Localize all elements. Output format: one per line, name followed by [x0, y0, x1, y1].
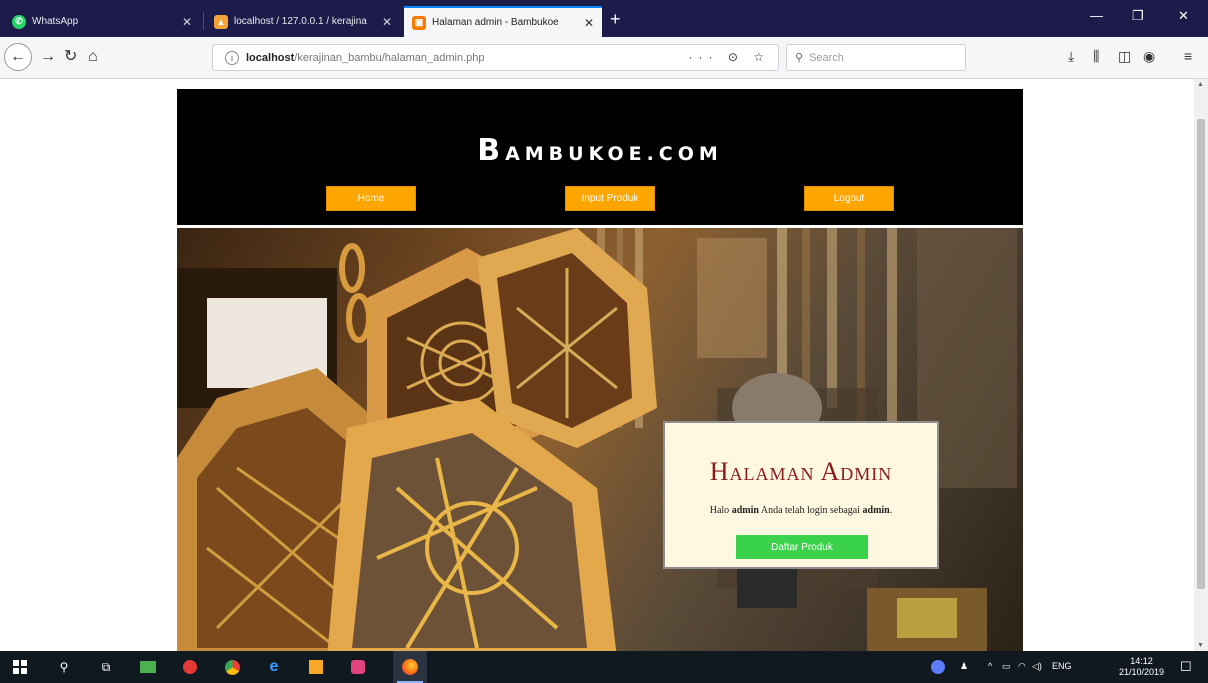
menu-hamburger-icon[interactable]: ≡: [1184, 48, 1192, 64]
taskbar-firefox-active[interactable]: [393, 651, 427, 683]
msg-suffix: .: [889, 505, 893, 516]
search-icon[interactable]: ⚲: [56, 659, 72, 675]
tab-halaman-admin[interactable]: ▣ Halaman admin - Bambukoe ✕: [404, 6, 602, 37]
browser-tab-bar: ✆ WhatsApp ✕ ▲ localhost / 127.0.0.1 / k…: [0, 0, 1208, 37]
page-favicon-icon: ▣: [412, 15, 426, 30]
back-arrow-icon[interactable]: ←: [4, 43, 32, 71]
app-red-icon[interactable]: [182, 659, 198, 675]
info-icon[interactable]: i: [225, 50, 239, 65]
scroll-up-arrow-icon[interactable]: ▲: [1197, 81, 1204, 88]
home-icon[interactable]: ⌂: [88, 48, 98, 66]
close-window-icon[interactable]: ✕: [1178, 8, 1189, 24]
search-placeholder: Search: [809, 51, 844, 64]
page-actions-icon[interactable]: ··· ⊙ ☆: [689, 50, 770, 64]
tab-title: WhatsApp: [32, 16, 79, 27]
daftar-produk-button[interactable]: Daftar Produk: [736, 535, 868, 559]
system-clock[interactable]: 14:12 21/10/2019: [1119, 656, 1164, 678]
battery-icon[interactable]: ▭: [1002, 661, 1011, 672]
people-icon[interactable]: ♟: [960, 661, 968, 672]
site-header: BAMBUKOE.COM Home Input Produk Logout: [177, 89, 1023, 225]
msg-middle: Anda telah login sebagai: [758, 505, 863, 516]
task-view-icon[interactable]: ⧉: [98, 659, 114, 675]
extension-icon[interactable]: ◉: [1143, 48, 1155, 65]
minimize-icon[interactable]: —: [1090, 8, 1103, 23]
tab-phpmyadmin[interactable]: ▲ localhost / 127.0.0.1 / kerajina ✕: [206, 6, 400, 37]
nav-logout-button[interactable]: Logout: [804, 186, 894, 211]
file-explorer-icon[interactable]: [140, 659, 156, 675]
admin-welcome-panel: Halaman Admin Halo admin Anda telah logi…: [663, 421, 939, 569]
volume-icon[interactable]: ◁): [1032, 661, 1042, 672]
url-bar[interactable]: i localhost /kerajinan_bambu/halaman_adm…: [212, 44, 779, 71]
user-role: admin: [862, 505, 890, 516]
edge-icon[interactable]: e: [266, 658, 282, 675]
page-scrollbar[interactable]: ▲ ▼: [1194, 79, 1208, 651]
network-app-icon[interactable]: [930, 659, 946, 675]
tab-separator: [203, 12, 204, 30]
wifi-icon[interactable]: ◠: [1018, 661, 1026, 672]
reload-icon[interactable]: ↻: [64, 48, 77, 66]
page-viewport: BAMBUKOE.COM Home Input Produk Logout Ha…: [0, 79, 1208, 651]
library-icon[interactable]: ⫼: [1093, 48, 1099, 65]
close-tab-icon[interactable]: ✕: [584, 16, 594, 30]
tab-whatsapp[interactable]: ✆ WhatsApp ✕: [4, 6, 200, 37]
clock-time: 14:12: [1130, 656, 1153, 666]
url-host: localhost: [246, 51, 295, 64]
language-indicator[interactable]: ENG: [1052, 661, 1072, 671]
download-icon[interactable]: ⤓: [1068, 48, 1074, 65]
tab-title: localhost / 127.0.0.1 / kerajina: [234, 16, 367, 27]
sidebar-icon[interactable]: ◫: [1118, 48, 1131, 65]
logo-rest: AMBUKOE.COM: [505, 143, 723, 165]
phpmyadmin-icon: ▲: [214, 14, 228, 29]
chrome-icon[interactable]: [224, 659, 240, 675]
forward-arrow-icon[interactable]: →: [40, 48, 56, 66]
nav-home-button[interactable]: Home: [326, 186, 416, 211]
new-tab-plus-icon[interactable]: +: [610, 10, 621, 28]
username: admin: [731, 505, 759, 516]
msg-prefix: Halo: [709, 505, 732, 516]
logo-initial: B: [477, 133, 506, 168]
welcome-message: Halo admin Anda telah login sebagai admi…: [665, 505, 937, 516]
hero-bamboo-lamps-image: Halaman Admin Halo admin Anda telah logi…: [177, 228, 1023, 651]
whatsapp-icon: ✆: [12, 14, 26, 29]
tab-title: Halaman admin - Bambukoe: [432, 17, 559, 28]
notifications-icon[interactable]: ☐: [1180, 659, 1192, 675]
windows-taskbar: ⚲ ⧉ e ♟ ^ ▭ ◠ ◁) ENG 14:12 21/10/2019 ☐: [0, 651, 1208, 683]
site-logo[interactable]: BAMBUKOE.COM: [177, 133, 1023, 168]
maximize-icon[interactable]: ❐: [1132, 8, 1144, 24]
scrollbar-thumb[interactable]: [1197, 119, 1205, 589]
close-tab-icon[interactable]: ✕: [382, 15, 392, 29]
firefox-icon: [402, 659, 418, 675]
close-tab-icon[interactable]: ✕: [182, 15, 192, 29]
url-path: /kerajinan_bambu/halaman_admin.php: [294, 51, 485, 64]
media-app-icon[interactable]: [350, 659, 366, 675]
admin-panel-title: Halaman Admin: [709, 457, 893, 486]
nav-input-produk-button[interactable]: Input Produk: [565, 186, 655, 211]
windows-start-icon[interactable]: [12, 659, 28, 675]
clock-date: 21/10/2019: [1118, 667, 1164, 677]
sublime-icon[interactable]: [308, 659, 324, 675]
browser-nav-bar: ← → ↻ ⌂ i localhost /kerajinan_bambu/hal…: [0, 37, 1208, 79]
scroll-down-arrow-icon[interactable]: ▼: [1197, 642, 1204, 649]
search-input[interactable]: ⚲ Search: [786, 44, 966, 71]
tray-chevron-icon[interactable]: ^: [988, 661, 992, 671]
search-icon: ⚲: [795, 52, 804, 64]
